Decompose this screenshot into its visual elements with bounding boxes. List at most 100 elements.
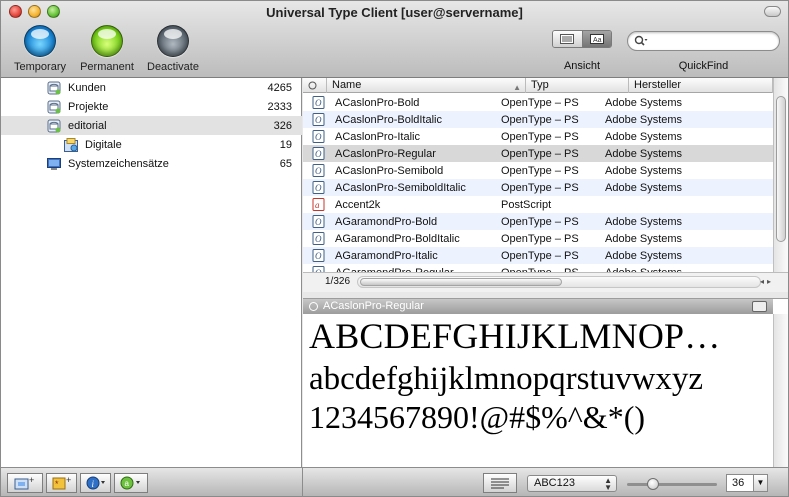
font-set-icon bbox=[47, 81, 61, 94]
permanent-activate-icon bbox=[91, 25, 123, 57]
font-vendor-cell: Adobe Systems bbox=[605, 113, 683, 126]
quickfind-field[interactable] bbox=[627, 31, 780, 51]
view-label: Ansicht bbox=[563, 60, 601, 72]
sidebar-item-kunden[interactable]: Kunden 4265 bbox=[1, 78, 302, 97]
sidebar-item-projekte[interactable]: Projekte 2333 bbox=[1, 97, 302, 116]
preview-scrollbar[interactable] bbox=[773, 314, 788, 468]
chevron-down-icon[interactable]: ▼ bbox=[753, 475, 767, 491]
svg-text:a: a bbox=[315, 200, 320, 210]
font-size-combo[interactable]: 36 ▼ bbox=[726, 474, 768, 492]
sidebar-item-systemzeichensaetze[interactable]: Systemzeichensätze 65 bbox=[1, 154, 302, 173]
svg-text:O: O bbox=[315, 166, 322, 176]
sidebar-item-count: 326 bbox=[273, 119, 292, 132]
font-row[interactable]: O AGaramondPro-BoldItalic OpenType – PS Ado… bbox=[303, 230, 773, 247]
name-column-label: Name bbox=[332, 79, 362, 91]
font-type-cell: a bbox=[303, 198, 333, 211]
font-type-label-cell: OpenType – PS bbox=[501, 147, 579, 160]
font-row[interactable]: O ACaslonPro-BoldItalic OpenType – PS Adobe… bbox=[303, 111, 773, 128]
font-row[interactable]: OAGaramondPro-RegularOpenType – PSAdobe … bbox=[303, 264, 773, 272]
font-type-label-cell: OpenType – PS bbox=[501, 113, 579, 126]
permanent-button[interactable]: Permanent bbox=[76, 25, 138, 73]
font-list-horizontal-scrollbar[interactable] bbox=[357, 276, 761, 288]
font-type-cell: O bbox=[303, 113, 333, 126]
type-column-header[interactable]: Typ bbox=[526, 78, 629, 93]
sample-text-select[interactable]: ABC123 ▲ ▼ bbox=[527, 475, 617, 492]
sidebar-item-editorial[interactable]: editorial 326 bbox=[1, 116, 302, 135]
font-type-cell: O bbox=[303, 181, 333, 194]
font-type-label-cell: OpenType – PS bbox=[501, 96, 579, 109]
opentype-icon: O bbox=[312, 130, 324, 143]
opentype-icon: O bbox=[312, 96, 324, 109]
sidebar-item-count: 19 bbox=[279, 138, 292, 151]
font-list-header: Name ▲ Typ Hersteller bbox=[303, 78, 773, 93]
view-switcher: Aa bbox=[552, 30, 612, 48]
font-row[interactable]: O ACaslonPro-SemiboldItalic OpenType – PS A… bbox=[303, 179, 773, 196]
svg-text:O: O bbox=[315, 115, 322, 125]
font-row[interactable]: O ACaslonPro-Italic OpenType – PS Adobe Sys… bbox=[303, 128, 773, 145]
font-type-cell: O bbox=[303, 130, 333, 143]
font-name-cell: ACaslonPro-Semibold bbox=[335, 164, 444, 177]
font-type-cell: O bbox=[303, 96, 333, 109]
font-row[interactable]: O ACaslonPro-Regular OpenType – PS Adobe Sy… bbox=[303, 145, 773, 162]
sidebar-item-label: Kunden bbox=[68, 81, 106, 94]
preview-options-button[interactable] bbox=[752, 301, 767, 312]
font-row[interactable]: O AGaramondPro-Bold OpenType – PS Adobe Sys… bbox=[303, 213, 773, 230]
sidebar-item-count: 65 bbox=[279, 157, 292, 170]
font-vendor-cell: Adobe Systems bbox=[605, 215, 683, 228]
font-list: Name ▲ Typ Hersteller O ACaslonPro-Bold Op… bbox=[303, 78, 788, 292]
font-row[interactable]: O ACaslonPro-Bold OpenType – PS Adobe Syste… bbox=[303, 94, 773, 111]
svg-text:O: O bbox=[315, 234, 322, 244]
font-type-cell: O bbox=[303, 249, 333, 262]
activation-menu-button[interactable]: a bbox=[114, 473, 148, 493]
font-type-label-cell: PostScript bbox=[501, 198, 552, 211]
temporary-button[interactable]: Temporary bbox=[7, 25, 73, 73]
sidebar-item-label: Projekte bbox=[68, 100, 109, 113]
font-name-cell: ACaslonPro-SemiboldItalic bbox=[335, 181, 466, 194]
font-size-value[interactable]: 36 bbox=[732, 477, 744, 489]
size-slider[interactable] bbox=[627, 478, 717, 490]
font-set-icon bbox=[47, 100, 61, 113]
font-list-vertical-scrollbar[interactable] bbox=[773, 78, 788, 272]
sidebar-item-label: Systemzeichensätze bbox=[68, 157, 169, 170]
preview-digits-line: 1234567890!@#$%^&*() bbox=[309, 399, 645, 435]
svg-text:O: O bbox=[315, 183, 322, 193]
font-type-label-cell: OpenType – PS bbox=[501, 130, 579, 143]
sidebar-item-count: 2333 bbox=[267, 100, 292, 113]
font-count: 1/326 bbox=[325, 276, 351, 287]
font-type-label-cell: OpenType – PS bbox=[501, 249, 579, 262]
preview-view-button[interactable]: Aa bbox=[581, 31, 611, 47]
add-fonts-icon: * + bbox=[52, 475, 71, 490]
deactivate-icon bbox=[157, 25, 189, 57]
text-block-button[interactable] bbox=[483, 473, 517, 493]
sidebar: Kunden 4265 Projekte 2333 editorial 326 … bbox=[1, 78, 302, 467]
toolbar-toggle-button[interactable] bbox=[764, 6, 781, 17]
list-view-icon bbox=[560, 34, 575, 44]
add-set-button[interactable]: + bbox=[7, 473, 43, 493]
add-fonts-button[interactable]: * + bbox=[46, 473, 77, 493]
font-row[interactable]: O AGaramondPro-Italic OpenType – PS Adobe S… bbox=[303, 247, 773, 264]
font-name-cell: ACaslonPro-Bold bbox=[335, 96, 420, 109]
font-row[interactable]: O ACaslonPro-Semibold OpenType – PS Adobe S… bbox=[303, 162, 773, 179]
svg-text:+: + bbox=[29, 475, 34, 485]
scrollbar-thumb[interactable] bbox=[776, 96, 786, 242]
vendor-column-header[interactable]: Hersteller bbox=[629, 78, 773, 93]
sidebar-item-digitale[interactable]: Digitale 19 bbox=[1, 135, 302, 154]
deactivate-button[interactable]: Deactivate bbox=[142, 25, 204, 73]
sidebar-item-count: 4265 bbox=[267, 81, 292, 94]
scroll-arrows-icon[interactable]: ◂▸ bbox=[760, 277, 774, 286]
list-view-button[interactable] bbox=[553, 31, 582, 47]
svg-text:a: a bbox=[125, 479, 130, 488]
size-slider-knob[interactable] bbox=[647, 478, 659, 490]
info-button[interactable]: i bbox=[80, 473, 111, 493]
status-column-header[interactable] bbox=[303, 78, 327, 93]
svg-text:*: * bbox=[55, 479, 59, 489]
name-column-header[interactable]: Name ▲ bbox=[327, 78, 526, 93]
font-name-cell: AGaramondPro-Italic bbox=[335, 249, 438, 262]
svg-text:O: O bbox=[315, 217, 322, 227]
preview-view-icon: Aa bbox=[589, 34, 604, 44]
font-vendor-cell: Adobe Systems bbox=[605, 249, 683, 262]
scrollbar-thumb[interactable] bbox=[360, 278, 562, 286]
font-row[interactable]: a Accent2k PostScript bbox=[303, 196, 773, 213]
temporary-label: Temporary bbox=[14, 61, 66, 73]
window-title: Universal Type Client [user@servername] bbox=[266, 5, 523, 20]
